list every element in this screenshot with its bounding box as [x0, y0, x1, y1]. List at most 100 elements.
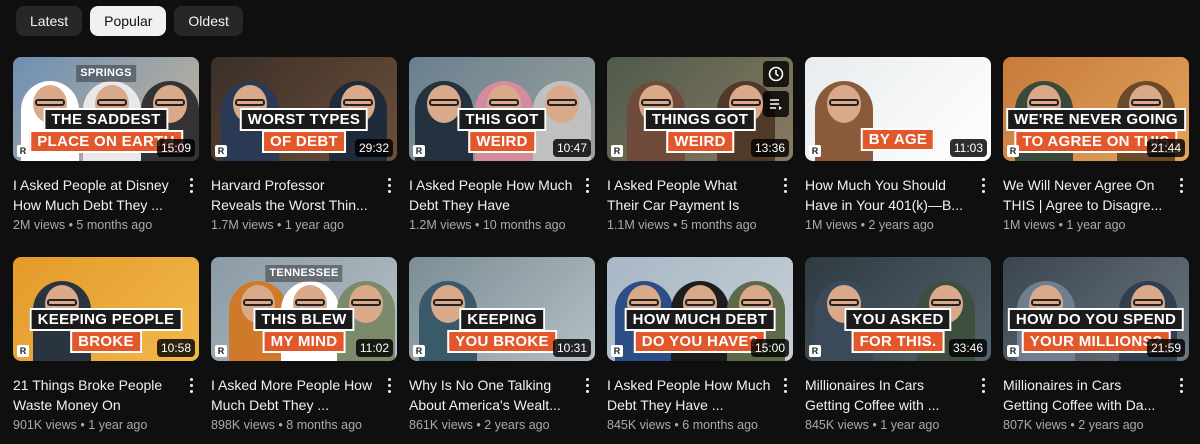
video-card[interactable]: BY AGE R 11:03 How Much You Should Have in … [805, 57, 991, 234]
view-count: 807K views [1003, 418, 1067, 432]
video-thumbnail[interactable]: THIS GOT WEIRD R 10:47 [409, 57, 595, 161]
more-actions-icon[interactable] [381, 175, 397, 195]
video-details: I Asked People What Their Car Payment Is… [607, 175, 793, 234]
video-title[interactable]: I Asked People at Disney How Much Debt T… [13, 175, 177, 215]
video-card[interactable]: YOU ASKED FOR THIS. R 33:46 Millionaires In … [805, 257, 991, 434]
channel-logo-icon: R [215, 145, 227, 157]
video-title[interactable]: We Will Never Agree On THIS | Agree to D… [1003, 175, 1167, 215]
channel-logo-icon: R [17, 145, 29, 157]
video-title[interactable]: Why Is No One Talking About America's We… [409, 375, 573, 415]
thumbnail-caption: HOW MUCH DEBT [624, 308, 776, 331]
add-to-queue-icon[interactable] [763, 91, 789, 117]
video-card[interactable]: HOW MUCH DEBT DO YOU HAVE? R 15:00 I Asked P… [607, 257, 793, 434]
separator-dot: • [868, 418, 881, 432]
thumbnail-caption: THIS GOT [457, 108, 547, 131]
more-actions-icon[interactable] [1173, 375, 1189, 395]
thumbnail-caption: YOU ASKED [844, 308, 952, 331]
video-thumbnail[interactable]: WE'RE NEVER GOING TO AGREE ON THIS R 21:44 [1003, 57, 1189, 161]
video-title[interactable]: Harvard Professor Reveals the Worst Thin… [211, 175, 375, 215]
channel-logo-icon: R [17, 345, 29, 357]
video-title[interactable]: I Asked People What Their Car Payment Is [607, 175, 771, 215]
separator-dot: • [669, 218, 681, 232]
video-stats: 1M views • 1 year ago [1003, 216, 1167, 234]
video-duration-badge: 21:59 [1146, 339, 1185, 357]
video-title[interactable]: 21 Things Broke People Waste Money On [13, 375, 177, 415]
video-thumbnail[interactable]: KEEPING PEOPLE BROKE R 10:58 [13, 257, 199, 361]
video-thumbnail[interactable]: YOU ASKED FOR THIS. R 33:46 [805, 257, 991, 361]
video-card[interactable]: HOW DO YOU SPEND YOUR MILLIONS? R 21:59 Mill… [1003, 257, 1189, 434]
separator-dot: • [471, 218, 483, 232]
more-actions-icon[interactable] [381, 375, 397, 395]
separator-dot: • [76, 418, 89, 432]
video-thumbnail[interactable]: TENNESSEE THIS BLEW MY MIND R 11:02 [211, 257, 397, 361]
video-thumbnail[interactable]: WORST TYPES OF DEBT R 29:32 [211, 57, 397, 161]
thumbnail-caption: WEIRD [468, 130, 536, 153]
video-title[interactable]: I Asked More People How Much Debt They .… [211, 375, 375, 415]
thumbnail-hover-actions [763, 61, 789, 117]
video-card[interactable]: KEEPING YOU BROKE R 10:31 Why Is No One Talk… [409, 257, 595, 434]
channel-logo-icon: R [1007, 145, 1019, 157]
separator-dot: • [274, 418, 287, 432]
video-card[interactable]: TENNESSEE THIS BLEW MY MIND R 11:02 I Asked M… [211, 257, 397, 434]
thumbnail-caption: OF DEBT [262, 130, 346, 153]
more-actions-icon[interactable] [777, 175, 793, 195]
thumbnail-sign-text: TENNESSEE [265, 265, 343, 282]
channel-logo-icon: R [215, 345, 227, 357]
video-duration-badge: 21:44 [1146, 139, 1185, 157]
more-actions-icon[interactable] [975, 175, 991, 195]
video-card[interactable]: THINGS GOT WEIRD R 13:36 I Asked People What… [607, 57, 793, 234]
video-details: I Asked People at Disney How Much Debt T… [13, 175, 199, 234]
channel-logo-icon: R [809, 145, 821, 157]
separator-dot: • [1066, 418, 1079, 432]
more-actions-icon[interactable] [777, 375, 793, 395]
watch-later-icon[interactable] [763, 61, 789, 87]
view-count: 1.1M views [607, 218, 670, 232]
video-stats: 845K views • 6 months ago [607, 416, 771, 434]
video-details: I Asked People How Much Debt They Have 1.… [409, 175, 595, 234]
video-card[interactable]: WE'RE NEVER GOING TO AGREE ON THIS R 21:44 W… [1003, 57, 1189, 234]
more-actions-icon[interactable] [975, 375, 991, 395]
video-duration-badge: 15:00 [750, 339, 789, 357]
channel-logo-icon: R [809, 345, 821, 357]
thumbnail-caption: WE'RE NEVER GOING [1006, 108, 1186, 131]
video-card[interactable]: THIS GOT WEIRD R 10:47 I Asked People How Mu… [409, 57, 595, 234]
video-title[interactable]: Millionaires in Cars Getting Coffee with… [1003, 375, 1167, 415]
video-title[interactable]: How Much You Should Have in Your 401(k)—… [805, 175, 969, 215]
video-details: Millionaires In Cars Getting Coffee with… [805, 375, 991, 434]
filter-latest-chip[interactable]: Latest [16, 6, 83, 36]
thumbnail-caption: WEIRD [666, 130, 734, 153]
video-card[interactable]: KEEPING PEOPLE BROKE R 10:58 21 Things Broke… [13, 257, 199, 434]
thumbnail-caption: BROKE [70, 330, 142, 353]
view-count: 1.7M views [211, 218, 274, 232]
video-thumbnail[interactable]: SPRINGS THE SADDEST PLACE ON EARTH R 15:09 [13, 57, 199, 161]
video-details: 21 Things Broke People Waste Money On 901… [13, 375, 199, 434]
channel-logo-icon: R [413, 345, 425, 357]
upload-age: 1 year ago [88, 418, 148, 432]
video-duration-badge: 33:46 [948, 339, 987, 357]
video-thumbnail[interactable]: KEEPING YOU BROKE R 10:31 [409, 257, 595, 361]
more-actions-icon[interactable] [579, 175, 595, 195]
video-thumbnail[interactable]: HOW MUCH DEBT DO YOU HAVE? R 15:00 [607, 257, 793, 361]
video-title[interactable]: Millionaires In Cars Getting Coffee with… [805, 375, 969, 415]
thumbnail-caption: THINGS GOT [643, 108, 757, 131]
filter-oldest-chip[interactable]: Oldest [174, 6, 243, 36]
video-stats: 1.2M views • 10 months ago [409, 216, 573, 234]
upload-age: 5 months ago [76, 218, 153, 232]
more-actions-icon[interactable] [183, 375, 199, 395]
video-title[interactable]: I Asked People How Much Debt They Have .… [607, 375, 771, 415]
thumbnail-caption: HOW DO YOU SPEND [1007, 308, 1185, 331]
video-stats: 1.1M views • 5 months ago [607, 216, 771, 234]
video-title[interactable]: I Asked People How Much Debt They Have [409, 175, 573, 215]
channel-logo-icon: R [611, 345, 623, 357]
view-count: 2M views [13, 218, 66, 232]
video-thumbnail[interactable]: HOW DO YOU SPEND YOUR MILLIONS? R 21:59 [1003, 257, 1189, 361]
more-actions-icon[interactable] [183, 175, 199, 195]
more-actions-icon[interactable] [579, 375, 595, 395]
video-card[interactable]: SPRINGS THE SADDEST PLACE ON EARTH R 15:09 I … [13, 57, 199, 234]
video-thumbnail[interactable]: BY AGE R 11:03 [805, 57, 991, 161]
channel-logo-icon: R [611, 145, 623, 157]
video-card[interactable]: WORST TYPES OF DEBT R 29:32 Harvard Professo… [211, 57, 397, 234]
more-actions-icon[interactable] [1173, 175, 1189, 195]
filter-popular-chip[interactable]: Popular [90, 6, 167, 36]
video-thumbnail[interactable]: THINGS GOT WEIRD R 13:36 [607, 57, 793, 161]
